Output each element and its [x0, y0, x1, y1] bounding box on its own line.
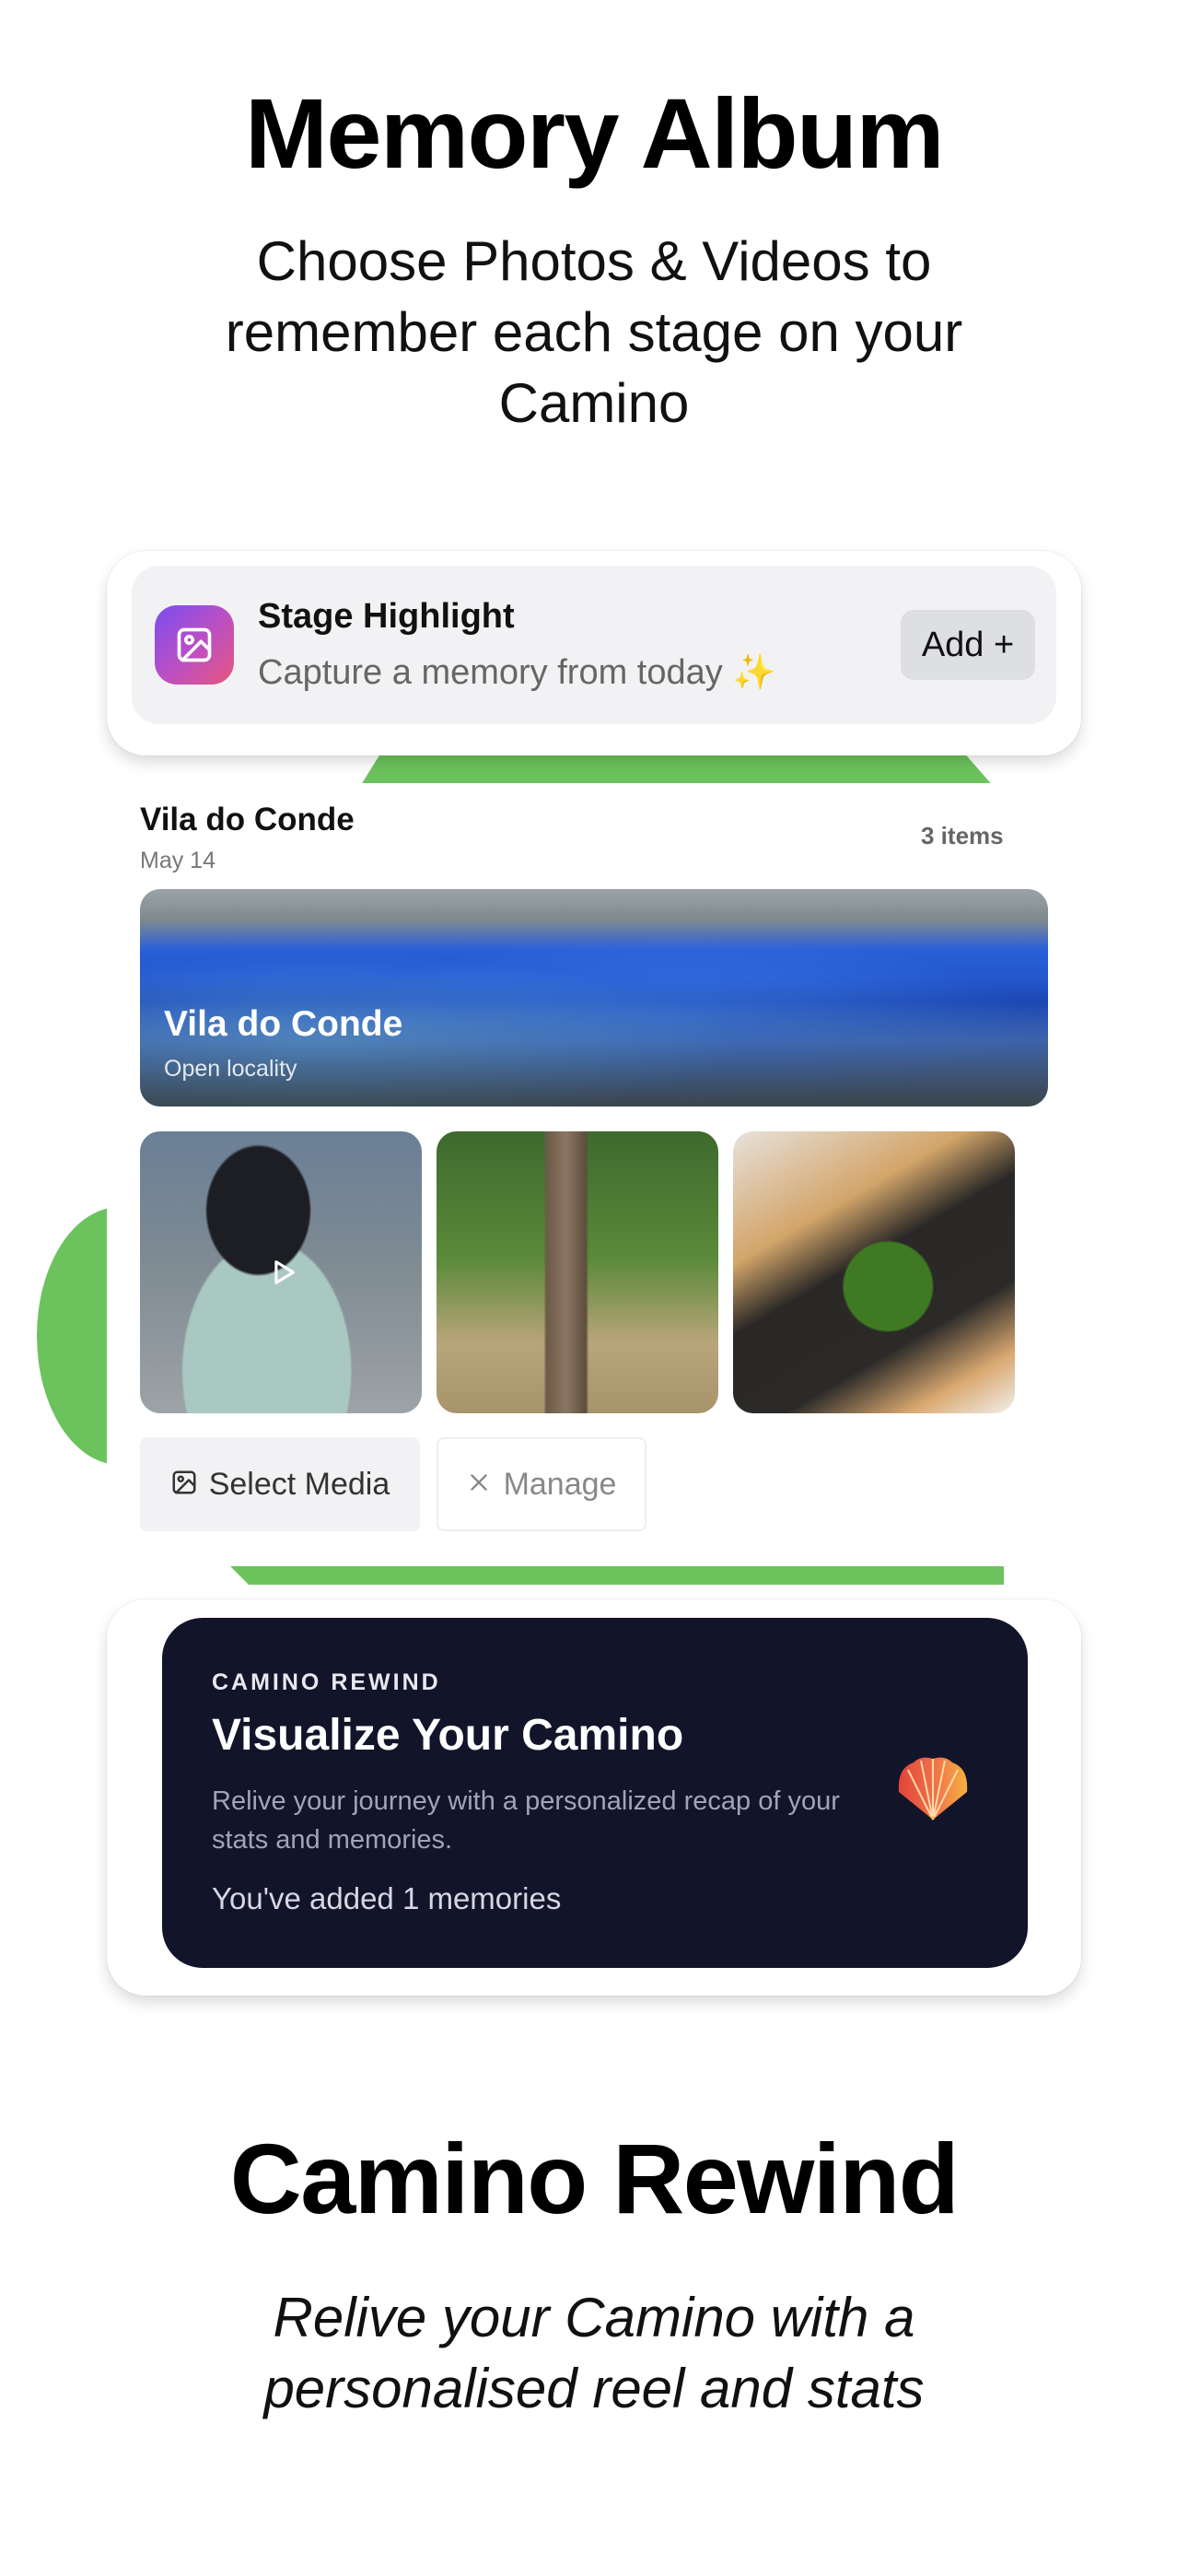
section-title: Camino Rewind — [229, 2123, 960, 2234]
manage-label: Manage — [503, 1466, 617, 1502]
page-title: Memory Album — [244, 77, 945, 189]
rewind-description: Relive your journey with a personalized … — [212, 1786, 840, 1855]
media-thumbnail-photo[interactable] — [733, 1131, 1015, 1413]
scallop-shell-icon — [893, 1755, 973, 1821]
page-subtitle: Choose Photos & Videos to remember each … — [225, 230, 963, 434]
play-icon — [267, 1257, 298, 1288]
rewind-eyebrow: CAMINO REWIND — [212, 1669, 441, 1695]
image-icon — [170, 1469, 198, 1501]
close-icon — [467, 1470, 491, 1499]
hero-photo-title: Vila do Conde — [164, 1004, 403, 1044]
decorative-green-shape — [359, 751, 995, 788]
select-media-button[interactable]: Select Media — [140, 1437, 420, 1531]
item-count: 3 items — [921, 822, 1004, 849]
section-subtitle: Relive your Camino with a personalised r… — [263, 2287, 925, 2419]
rewind-title: Visualize Your Camino — [212, 1711, 684, 1760]
hero-photo-subtitle: Open locality — [164, 1056, 297, 1082]
stage-highlight-description: Capture a memory from today ✨ — [258, 653, 776, 692]
stage-highlight-title: Stage Highlight — [258, 597, 515, 636]
image-icon — [155, 605, 234, 685]
location-title: Vila do Conde — [140, 802, 355, 837]
location-date: May 14 — [140, 848, 215, 873]
media-thumbnail-photo[interactable] — [437, 1131, 718, 1413]
memory-count: You've added 1 memories — [212, 1881, 562, 1915]
add-button[interactable]: Add + — [901, 610, 1035, 680]
select-media-label: Select Media — [208, 1466, 390, 1502]
manage-button[interactable]: Manage — [437, 1437, 646, 1531]
